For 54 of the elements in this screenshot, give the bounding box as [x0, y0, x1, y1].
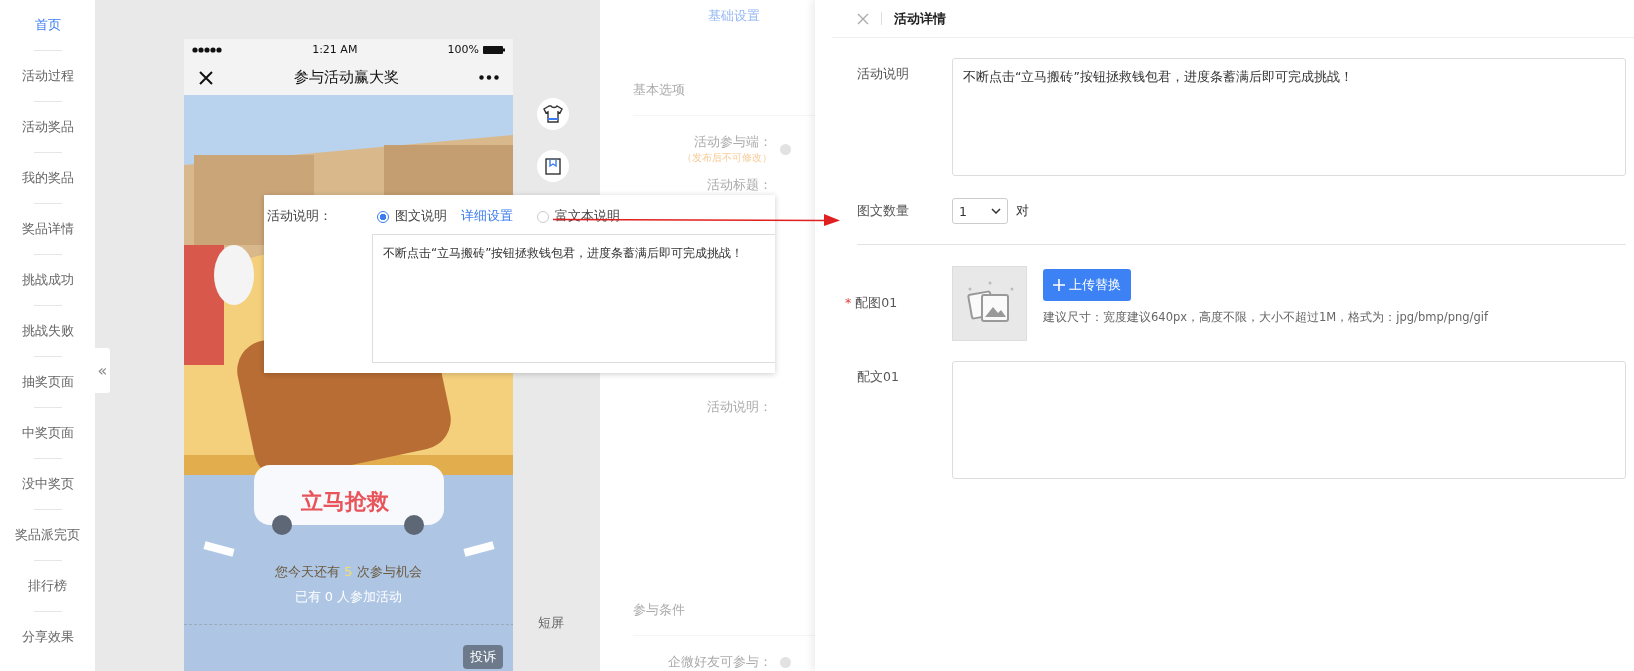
drawer-title: 活动详情	[894, 9, 946, 28]
field-label: 活动标题：	[707, 176, 772, 194]
battery-icon	[483, 45, 505, 54]
field-note: （发布后不可修改）	[682, 150, 772, 165]
sidebar-item[interactable]: 首页	[34, 16, 61, 34]
sidebar-item[interactable]: 分享效果	[21, 628, 74, 646]
sidebar-item[interactable]: 没中奖页	[21, 475, 74, 493]
caret-icon	[991, 208, 1001, 214]
close-icon[interactable]	[198, 69, 214, 86]
sidebar-item[interactable]: 奖品详情	[21, 220, 74, 238]
description-field[interactable]: 不断点击“立马搬砖”按钮拯救钱包君，进度条蓄满后即可完成挑战！	[952, 58, 1626, 176]
report-button[interactable]: 投诉	[463, 645, 503, 669]
image-label: 配图01	[855, 295, 898, 310]
sidebar-item[interactable]: 中奖页面	[21, 424, 74, 442]
sidebar-item[interactable]: 奖品派完页	[15, 526, 80, 544]
sidebar-item[interactable]: 挑战失败	[21, 322, 74, 340]
sidebar-item[interactable]: 我的奖品	[21, 169, 74, 187]
count-select[interactable]: 1	[952, 198, 1008, 224]
status-time: 1:21 AM	[312, 43, 358, 56]
upload-button[interactable]: 上传替换	[1043, 268, 1131, 301]
detail-settings-link[interactable]: 详细设置	[461, 208, 513, 225]
plus-icon	[1053, 278, 1065, 291]
field-label: 配文01	[857, 368, 900, 386]
sidebar-item[interactable]: 活动过程	[21, 67, 74, 85]
description-field[interactable]: 不断点击“立马搬砖”按钮拯救钱包君，进度条蓄满后即可完成挑战！	[372, 234, 775, 363]
signal-icon	[192, 46, 222, 53]
collapse-toggle[interactable]: «	[95, 348, 110, 393]
short-screen-label: 短屏	[538, 615, 564, 632]
section-title: 基本选项	[633, 82, 686, 99]
section-title: 参与条件	[633, 602, 686, 620]
field-label: 活动说明：	[267, 208, 333, 225]
sidebar-item[interactable]: 挑战成功	[21, 271, 74, 289]
shirt-icon[interactable]	[537, 98, 569, 130]
battery-level: 100%	[447, 43, 479, 56]
radio-button[interactable]	[377, 210, 389, 223]
field-label: 活动说明：	[707, 398, 772, 416]
field-label: 图文数量	[857, 202, 910, 220]
field-label: 活动说明	[857, 65, 910, 83]
more-icon[interactable]	[479, 75, 499, 80]
sidebar-item[interactable]: 活动奖品	[21, 118, 74, 136]
sidebar-item[interactable]: 抽奖页面	[21, 373, 74, 391]
page-title: 参与活动赢大奖	[294, 68, 399, 87]
unit-label: 对	[1016, 202, 1029, 220]
bookmark-icon[interactable]	[537, 150, 569, 182]
field-label: 企微好友可参与：	[668, 654, 772, 671]
chances-text: 您今天还有 5 次参与机会	[274, 563, 423, 581]
radio-label[interactable]: 图文说明	[395, 208, 447, 225]
sidebar-item[interactable]: 排行榜	[28, 577, 67, 595]
image-placeholder[interactable]	[952, 266, 1027, 341]
required-mark: *	[845, 295, 852, 310]
participants-text: 已有 0 人参加活动	[293, 588, 404, 606]
caption-field[interactable]	[952, 361, 1626, 479]
field-label: 活动参与端：	[694, 133, 772, 151]
hint-text: 建议尺寸：宽度建议640px，高度不限，大小不超过1M，格式为：jpg/bmp/png/gif	[1043, 309, 1488, 325]
